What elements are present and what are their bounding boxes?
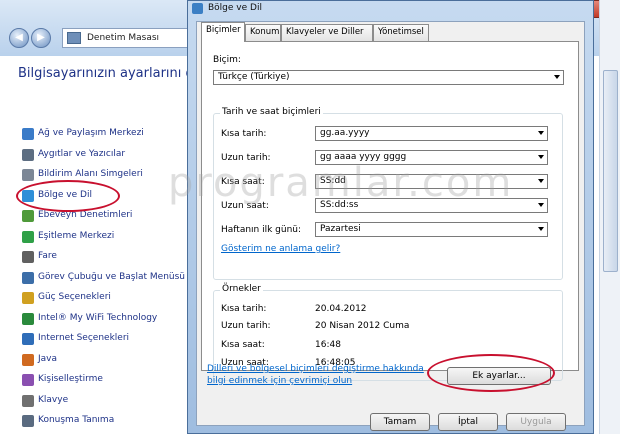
format-value: Türkçe (Türkiye)	[218, 72, 290, 82]
example-short-date-label: Kısa tarih:	[221, 304, 267, 314]
datetime-group-title: Tarih ve saat biçimleri	[220, 107, 323, 117]
chevron-down-icon	[538, 227, 544, 231]
dialog-title: Bölge ve Dil	[208, 3, 262, 13]
control-panel-item-label: Eşitleme Merkezi	[38, 230, 115, 241]
example-short-date-value: 20.04.2012	[315, 304, 367, 314]
chevron-down-icon	[538, 179, 544, 183]
mouse-icon	[22, 251, 34, 263]
notation-link[interactable]: Gösterim ne anlama gelir?	[221, 244, 340, 254]
first-day-select[interactable]: Pazartesi	[315, 222, 548, 237]
control-panel-item-label: Java	[38, 353, 58, 364]
parental-icon	[22, 210, 34, 222]
control-panel-item-label: Internet Seçenekleri	[38, 333, 130, 343]
tab-location[interactable]: Konum	[245, 24, 281, 41]
taskbar-icon	[22, 271, 34, 284]
tab-keyboards-languages[interactable]: Klavyeler ve Diller	[281, 24, 373, 41]
forward-arrow-icon[interactable]: ▶	[31, 28, 51, 48]
control-panel-item-label: Intel® My WiFi Technology	[38, 312, 158, 323]
format-label: Biçim:	[213, 55, 241, 65]
cancel-button[interactable]: İptal	[438, 413, 498, 431]
control-panel-item-label: Kişiselleştirme	[38, 374, 103, 384]
highlight-ellipse-additional-settings	[427, 354, 555, 392]
control-panel-icon	[67, 32, 81, 44]
page-title: Bilgisayarınızın ayarlarını düz	[18, 66, 209, 81]
control-panel-item-label: Güç Seçenekleri	[38, 292, 111, 302]
ok-button[interactable]: Tamam	[370, 413, 430, 431]
example-short-time-value: 16:48	[315, 340, 341, 350]
tab-administrative[interactable]: Yönetimsel	[373, 24, 429, 41]
example-long-date-label: Uzun tarih:	[221, 321, 271, 331]
control-panel-item-label: Ebeveyn Denetimleri	[38, 210, 133, 220]
chevron-down-icon	[538, 203, 544, 207]
tab-formats[interactable]: Biçimler	[201, 22, 245, 42]
examples-group-title: Örnekler	[220, 284, 263, 294]
watermark: programlar.com	[168, 160, 514, 206]
java-icon	[22, 353, 34, 366]
control-panel-item-label: Klavye	[38, 394, 69, 405]
personalize-icon	[22, 374, 34, 386]
example-long-date-value: 20 Nisan 2012 Cuma	[315, 321, 410, 331]
wifi-icon	[22, 312, 34, 325]
short-date-select[interactable]: gg.aa.yyyy	[315, 126, 548, 141]
control-panel-item-label: Ağ ve Paylaşım Merkezi	[38, 128, 144, 138]
control-panel-item-label: Konuşma Tanıma	[38, 415, 115, 425]
sync-icon	[22, 230, 34, 243]
chevron-down-icon	[538, 131, 544, 135]
keyboard-icon	[22, 394, 34, 407]
short-date-label: Kısa tarih:	[221, 129, 267, 139]
first-day-value: Pazartesi	[320, 224, 361, 234]
chevron-down-icon	[554, 75, 560, 79]
back-arrow-icon[interactable]: ◀	[9, 28, 29, 48]
example-short-time-label: Kısa saat:	[221, 340, 265, 350]
printer-icon	[22, 148, 34, 161]
info-link-line1[interactable]: Dilleri ve bölgesel biçimleri değiştirme…	[207, 364, 424, 374]
internet-icon	[22, 333, 34, 345]
control-panel-item-label: Görev Çubuğu ve Başlat Menüsü	[38, 271, 186, 282]
short-date-value: gg.aa.yyyy	[320, 128, 370, 138]
info-link-line2[interactable]: bilgi edinmek için çevrimiçi olun	[207, 376, 352, 386]
control-panel-item-label: Fare	[38, 251, 57, 261]
format-select[interactable]: Türkçe (Türkiye)	[213, 70, 564, 85]
scrollbar[interactable]	[599, 0, 620, 434]
apply-button[interactable]: Uygula	[506, 413, 566, 431]
breadcrumb: Denetim Masası	[87, 33, 160, 43]
notification-icon	[22, 169, 34, 181]
control-panel-item-label: Bildirim Alanı Simgeleri	[38, 169, 143, 179]
control-panel-item-label: Aygıtlar ve Yazıcılar	[38, 148, 126, 159]
microphone-icon	[22, 415, 34, 427]
formats-tab-panel: Biçim: Türkçe (Türkiye) Tarih ve saat bi…	[201, 41, 579, 381]
globe-icon	[192, 3, 203, 14]
scrollbar-thumb[interactable]	[603, 70, 618, 272]
highlight-ellipse-region-item	[16, 180, 120, 212]
address-bar[interactable]: Denetim Masası	[62, 28, 192, 48]
chevron-down-icon	[538, 155, 544, 159]
power-icon	[22, 292, 34, 304]
first-day-label: Haftanın ilk günü:	[221, 225, 302, 235]
network-icon	[22, 128, 34, 140]
